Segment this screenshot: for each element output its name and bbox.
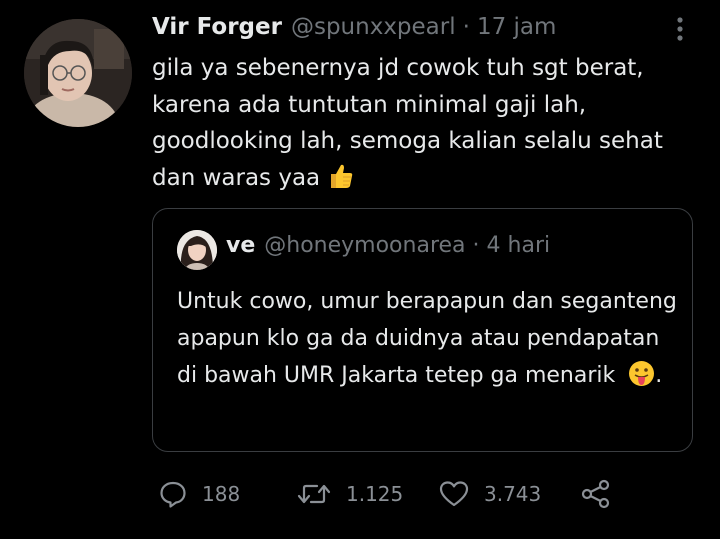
quoted-header-separator: · — [472, 233, 480, 258]
reply-icon — [160, 481, 186, 508]
reply-count: 188 — [202, 482, 241, 506]
thumbs-up-icon — [326, 162, 354, 202]
quoted-author-avatar[interactable] — [177, 230, 217, 270]
retweet-icon — [297, 484, 331, 504]
author-handle[interactable]: @spunxxpearl — [291, 14, 456, 40]
tweet-header: Vir Forger @spunxxpearl · 17 jam — [152, 14, 556, 46]
quoted-header: ve @honeymoonarea · 4 hari — [226, 233, 550, 258]
author-avatar[interactable] — [24, 19, 132, 127]
quoted-text-content: Untuk cowo, umur berapapun dan seganteng… — [177, 289, 677, 388]
quoted-handle[interactable]: @honeymoonarea — [264, 233, 465, 258]
retweet-button[interactable]: 1.125 — [296, 474, 403, 514]
heart-icon — [439, 481, 469, 507]
reply-button[interactable]: 188 — [158, 474, 240, 514]
tweet-text-content: gila ya sebenernya jd cowok tuh sgt bera… — [152, 55, 663, 191]
share-icon — [581, 479, 610, 509]
more-vertical-icon — [677, 17, 683, 41]
author-display-name[interactable]: Vir Forger — [152, 14, 282, 40]
quoted-text-suffix: . — [655, 363, 663, 388]
header-separator: · — [462, 14, 470, 40]
like-count: 3.743 — [484, 482, 542, 506]
retweet-count: 1.125 — [346, 482, 404, 506]
tweet-card: Vir Forger @spunxxpearl · 17 jam gila ya… — [0, 0, 720, 539]
share-button[interactable] — [580, 474, 612, 514]
tweet-text: gila ya sebenernya jd cowok tuh sgt bera… — [152, 50, 697, 201]
like-button[interactable]: 3.743 — [438, 474, 541, 514]
quoted-text: Untuk cowo, umur berapapun dan seganteng… — [177, 283, 677, 399]
quoted-tweet[interactable]: ve @honeymoonarea · 4 hari Untuk cowo, u… — [152, 208, 693, 452]
tweet-action-bar: 188 1.125 3.743 — [158, 474, 628, 514]
quoted-display-name[interactable]: ve — [226, 233, 255, 258]
tweet-timestamp[interactable]: 17 jam — [477, 14, 556, 40]
tongue-out-icon — [628, 360, 655, 399]
quoted-timestamp[interactable]: 4 hari — [487, 233, 551, 258]
more-options-button[interactable] — [668, 14, 692, 44]
